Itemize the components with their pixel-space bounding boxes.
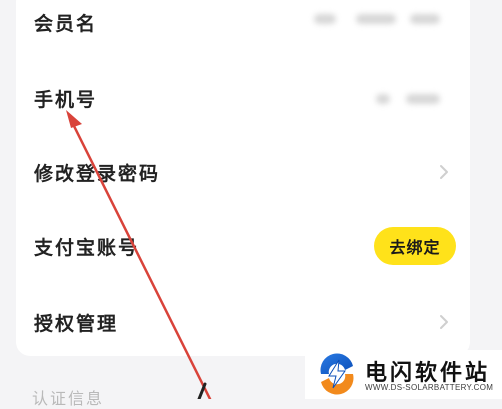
member-name-value-blurred-3 bbox=[410, 14, 440, 24]
chevron-right-icon bbox=[440, 315, 448, 329]
phone-number-value-blurred-2 bbox=[406, 94, 440, 104]
lightning-logo-icon bbox=[320, 353, 354, 395]
phone-number-value-blurred bbox=[376, 94, 390, 104]
alipay-account-label: 支付宝账号 bbox=[34, 236, 140, 259]
site-watermark: 电闪软件站 WWW.DS-SOLARBATTERY.COM bbox=[305, 350, 502, 399]
member-name-row[interactable]: 会员名 bbox=[16, 0, 470, 52]
bind-alipay-button[interactable]: 去绑定 bbox=[374, 227, 456, 265]
chevron-right-icon bbox=[440, 165, 448, 179]
authorization-management-label: 授权管理 bbox=[34, 312, 119, 335]
authorization-management-row[interactable]: 授权管理 bbox=[16, 292, 470, 352]
verification-info-section-title: 认证信息 bbox=[32, 389, 105, 408]
change-password-row[interactable]: 修改登录密码 bbox=[16, 142, 470, 202]
member-name-value-blurred bbox=[314, 14, 336, 24]
alipay-account-row: 支付宝账号 去绑定 bbox=[16, 216, 470, 276]
watermark-url: WWW.DS-SOLARBATTERY.COM bbox=[365, 383, 494, 392]
phone-number-row[interactable]: 手机号 bbox=[16, 68, 470, 128]
change-password-label: 修改登录密码 bbox=[34, 162, 161, 185]
member-name-value-blurred-2 bbox=[356, 14, 396, 24]
member-name-label: 会员名 bbox=[34, 12, 98, 35]
phone-number-label: 手机号 bbox=[34, 88, 98, 111]
